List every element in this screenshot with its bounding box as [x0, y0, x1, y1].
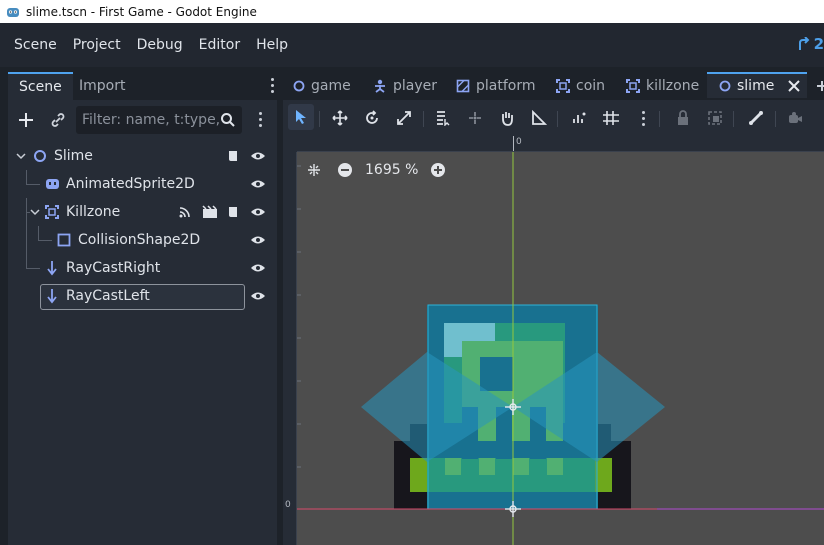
scene-tab-player[interactable]: player — [373, 72, 437, 100]
list-select-icon[interactable] — [435, 110, 451, 126]
visibility-eye-icon[interactable] — [250, 178, 266, 190]
remote-debug-count: 2 — [813, 35, 824, 53]
scene-tab-slime[interactable]: slime — [707, 72, 807, 98]
scene-tab-coin[interactable]: coin — [556, 72, 605, 100]
tree-label-collisionshape2d: CollisionShape2D — [78, 232, 201, 248]
zoom-in-icon[interactable] — [430, 162, 446, 178]
collapse-arrow-icon[interactable] — [16, 151, 26, 161]
area2d-icon — [626, 79, 640, 93]
cursor-arrow-icon — [296, 110, 306, 124]
script-icon[interactable] — [226, 149, 240, 163]
branch-arrow-icon — [798, 37, 809, 50]
visibility-eye-icon[interactable] — [250, 150, 266, 162]
area2d-icon — [556, 79, 570, 93]
search-icon — [221, 113, 235, 127]
circle-node-icon — [719, 80, 731, 92]
scene-toolbar: Filter: name, t:type, — [8, 100, 277, 140]
character-body-icon — [375, 79, 385, 93]
window-titlebar: slime.tscn - First Game - Godot Engine — [0, 0, 824, 23]
animated-sprite-icon — [46, 179, 59, 189]
menu-project[interactable]: Project — [65, 37, 129, 53]
ruler-vertical: 0 — [283, 136, 297, 545]
pivot-mode-icon[interactable] — [467, 110, 483, 126]
zoom-out-icon[interactable] — [337, 162, 353, 178]
zoom-level-label[interactable]: 1695 % — [365, 162, 418, 178]
node-filter-input[interactable]: Filter: name, t:type, — [76, 106, 242, 134]
skeleton-bone-icon[interactable] — [748, 110, 764, 126]
menu-scene[interactable]: Scene — [6, 37, 65, 53]
visibility-eye-icon[interactable] — [250, 290, 266, 302]
script-icon[interactable] — [226, 205, 240, 219]
raycast-icon — [47, 289, 57, 304]
snap-options-icon[interactable] — [641, 111, 645, 129]
add-node-icon[interactable] — [16, 110, 36, 130]
close-tab-icon[interactable] — [788, 80, 801, 92]
dock-tab-bar: Scene Import — [8, 72, 277, 100]
tab-scene[interactable]: Scene — [8, 72, 73, 100]
scene-tab-killzone[interactable]: killzone — [626, 72, 699, 100]
menu-debug[interactable]: Debug — [129, 37, 191, 53]
main-editor: game player platform coin killzone slime — [283, 72, 824, 545]
ruler-mode-icon[interactable] — [531, 110, 547, 126]
ruler-origin-label: 0 — [516, 137, 522, 147]
circle-node-icon — [34, 150, 46, 162]
slime-canvas — [297, 152, 824, 545]
ruler-horizontal: 0 — [283, 136, 824, 152]
center-view-icon[interactable] — [307, 163, 321, 177]
smart-snap-icon[interactable] — [572, 110, 588, 126]
move-mode-icon[interactable] — [332, 110, 348, 126]
tree-label-slime: Slime — [54, 148, 93, 164]
tree-label-animatedsprite2d: AnimatedSprite2D — [66, 176, 195, 192]
collapse-arrow-icon[interactable] — [30, 207, 40, 217]
menu-help[interactable]: Help — [248, 37, 296, 53]
tree-label-raycastright: RayCastRight — [66, 260, 161, 276]
pan-hand-icon[interactable] — [499, 110, 515, 126]
menu-editor[interactable]: Editor — [191, 37, 248, 53]
2d-viewport[interactable]: 1695 % — [297, 152, 824, 545]
ruler-left-origin-label: 0 — [285, 500, 291, 510]
godot-logo-icon — [7, 7, 19, 17]
scene-tab-game[interactable]: game — [293, 72, 351, 100]
area2d-icon — [45, 205, 59, 219]
groups-icon[interactable] — [202, 205, 218, 219]
remote-debug-button[interactable]: 2 — [797, 35, 824, 53]
static-body-icon — [456, 79, 470, 93]
select-mode-button[interactable] — [288, 104, 314, 130]
tree-item-slime[interactable]: Slime — [8, 142, 277, 170]
tree-label-killzone: Killzone — [66, 204, 121, 220]
scale-mode-icon[interactable] — [396, 110, 412, 126]
visibility-eye-icon[interactable] — [250, 262, 266, 274]
scene-dock: Scene Import Filter: name, t:type, Slime — [8, 72, 277, 545]
tree-label-raycastleft: RayCastLeft — [66, 288, 150, 304]
circle-node-icon — [293, 80, 305, 92]
dock-menu-icon[interactable] — [269, 78, 275, 94]
group-selection-icon[interactable] — [707, 110, 723, 126]
zoom-controls: 1695 % — [307, 162, 446, 178]
tree-item-raycastright[interactable]: RayCastRight — [8, 254, 277, 282]
grid-snap-icon[interactable] — [602, 110, 620, 126]
scene-options-icon[interactable] — [256, 112, 264, 130]
tree-item-animatedsprite2d[interactable]: AnimatedSprite2D — [8, 170, 277, 198]
raycast-icon — [47, 261, 57, 276]
lock-icon[interactable] — [676, 110, 690, 126]
tree-item-raycastleft[interactable]: RayCastLeft — [8, 282, 277, 310]
collision-shape-icon — [57, 233, 71, 247]
tab-import[interactable]: Import — [68, 72, 136, 100]
add-scene-tab-icon[interactable] — [817, 80, 824, 92]
rotate-mode-icon[interactable] — [364, 110, 380, 126]
tree-item-collisionshape2d[interactable]: CollisionShape2D — [8, 212, 277, 254]
camera-override-icon[interactable] — [787, 110, 803, 126]
signals-icon[interactable] — [178, 205, 192, 219]
menu-bar: Scene Project Debug Editor Help 2 — [0, 23, 824, 67]
canvas-toolbar — [283, 100, 824, 136]
visibility-eye-icon[interactable] — [250, 206, 266, 218]
visibility-eye-icon[interactable] — [250, 234, 266, 246]
scene-tab-bar: game player platform coin killzone slime — [283, 72, 824, 100]
scene-tab-platform[interactable]: platform — [456, 72, 536, 100]
tree-item-killzone[interactable]: Killzone — [8, 198, 277, 226]
instantiate-scene-link-icon[interactable] — [48, 110, 68, 130]
window-title: slime.tscn - First Game - Godot Engine — [26, 4, 257, 19]
